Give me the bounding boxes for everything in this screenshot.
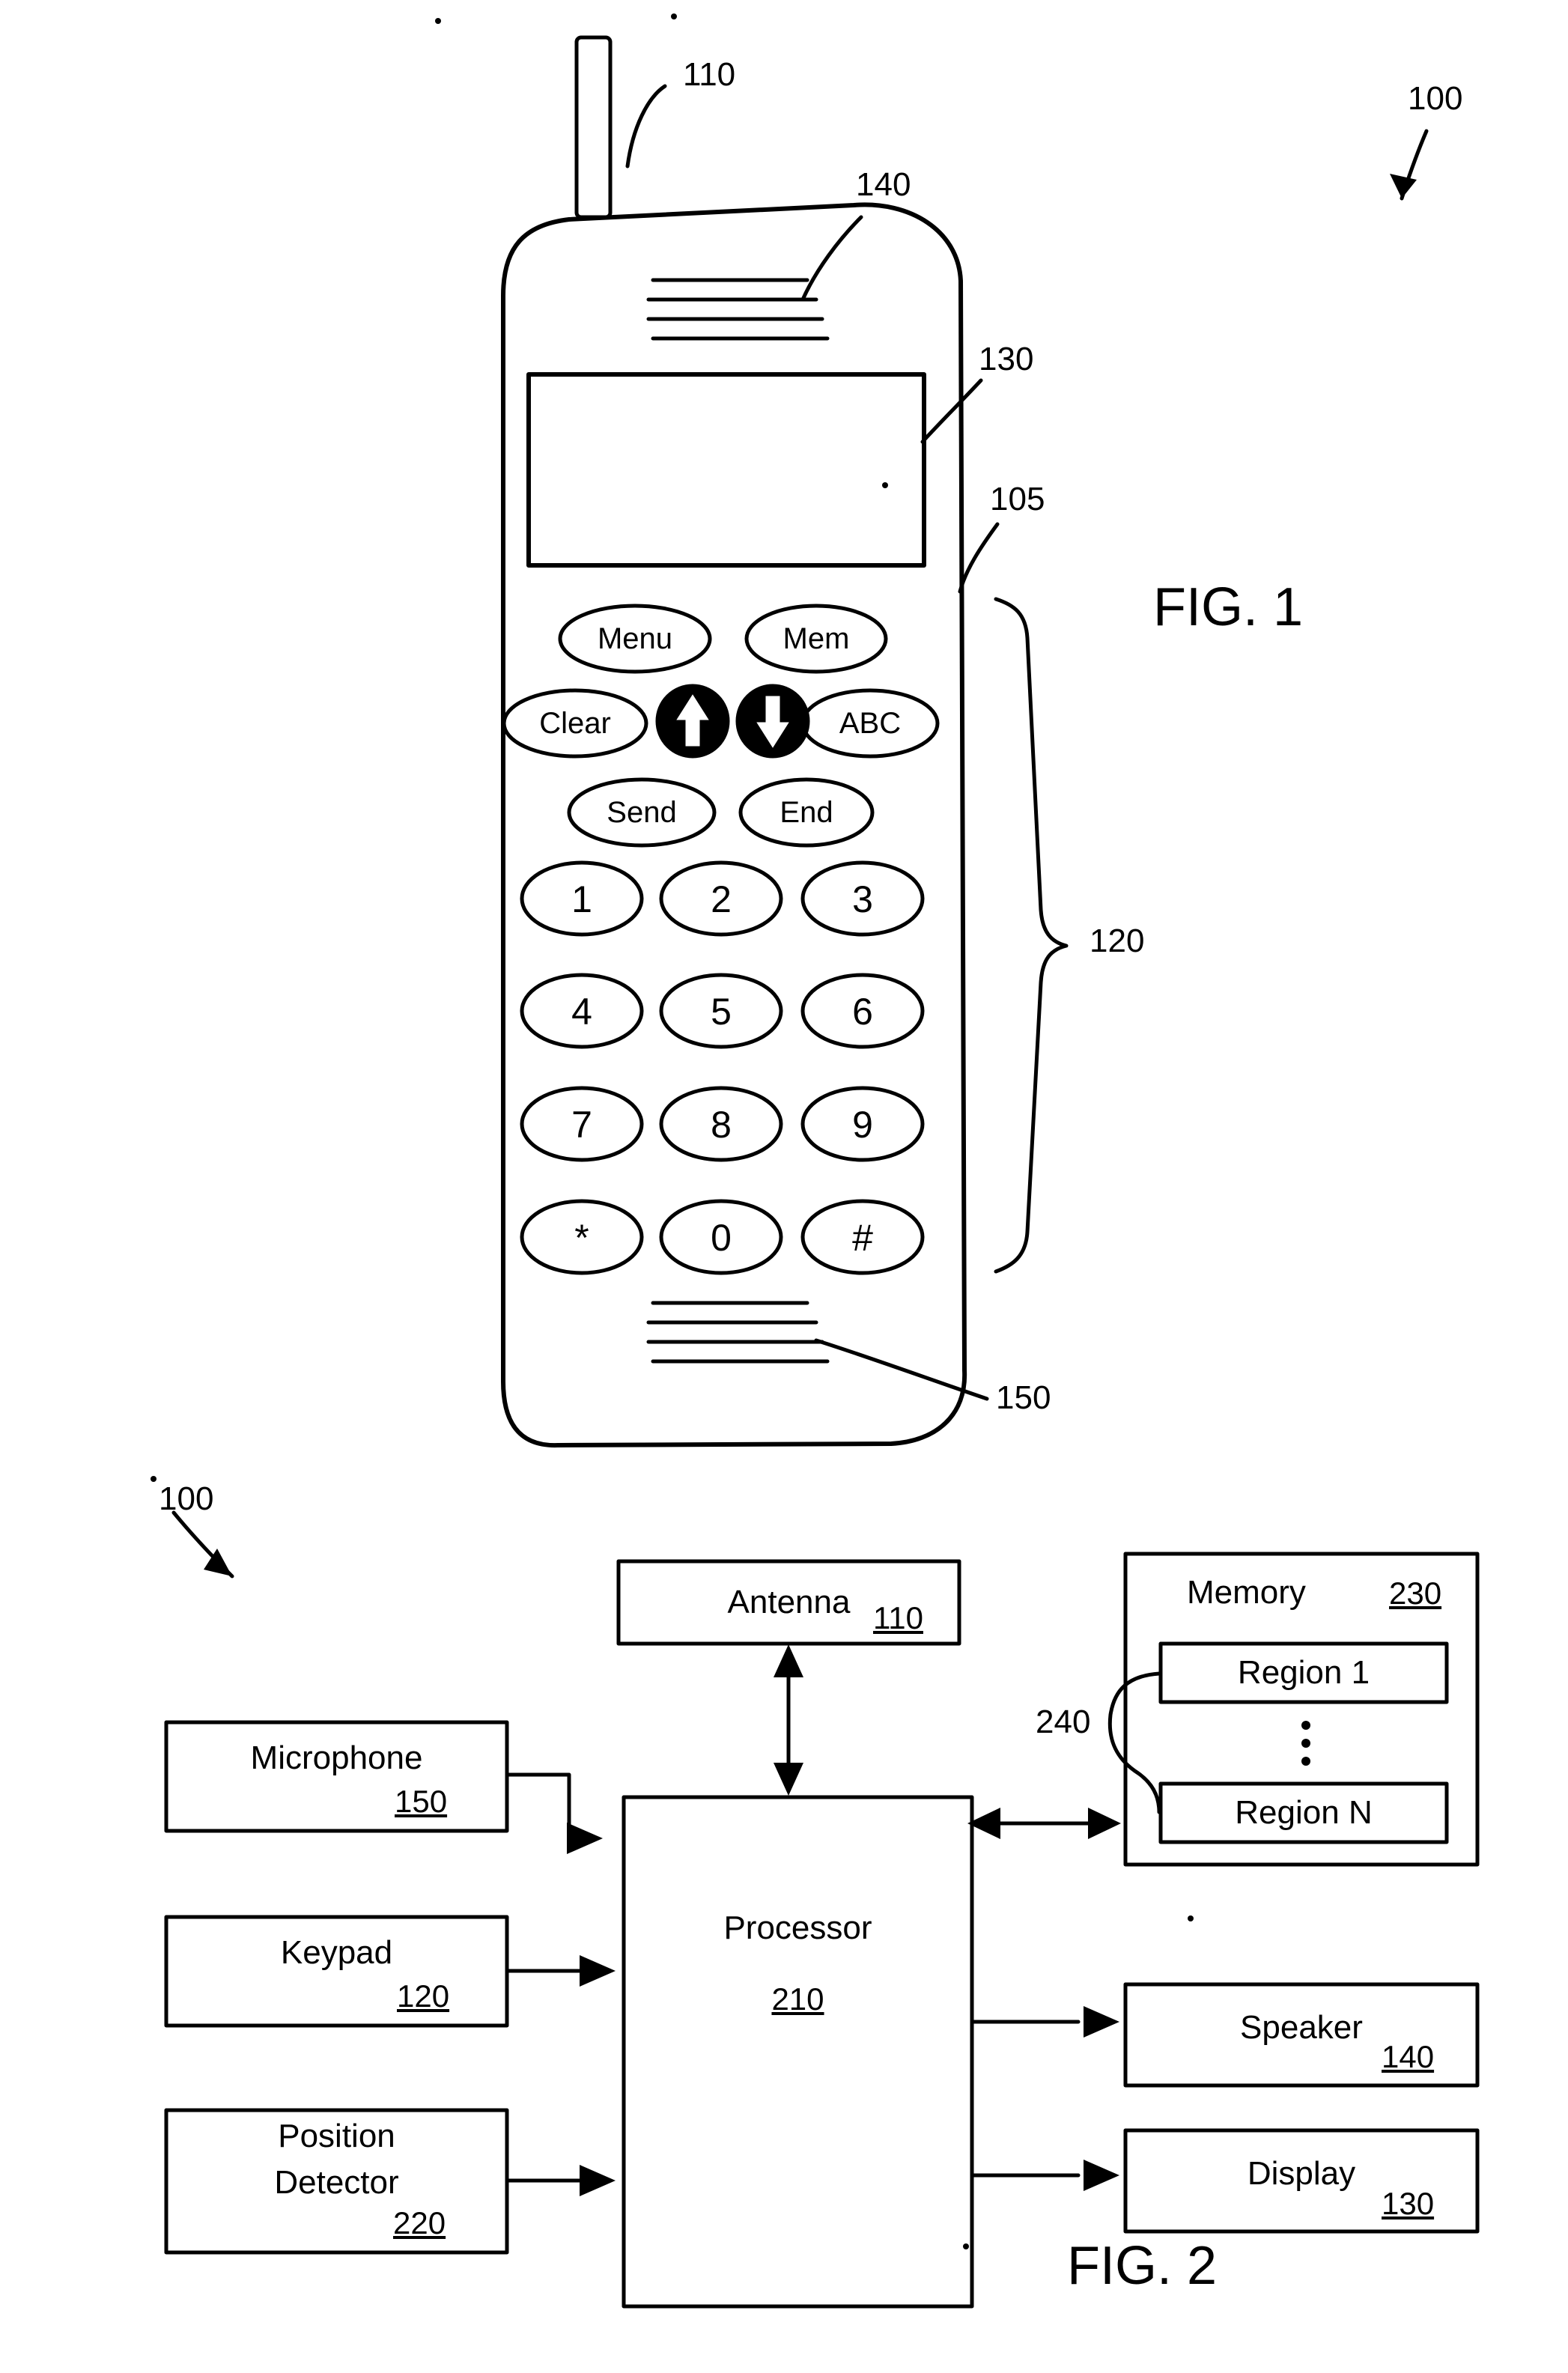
block-memory-num: 230 [1389, 1576, 1442, 1611]
key-7-label: 7 [571, 1104, 592, 1146]
key-end-label: End [780, 795, 833, 829]
fig1-title: FIG. 1 [1153, 577, 1304, 637]
memory-region-last-label: Region N [1235, 1794, 1373, 1831]
key-mem-label: Mem [783, 622, 850, 655]
block-speaker-num: 140 [1382, 2039, 1435, 2074]
block-antenna-label: Antenna [727, 1584, 851, 1620]
ref-240-regions: 240 [1036, 1704, 1091, 1740]
block-keypad-label: Keypad [280, 1933, 393, 1971]
memory-region-last: Region N [1161, 1784, 1447, 1842]
key-5-label: 5 [711, 991, 732, 1033]
nav-down-arrow-icon [756, 696, 789, 748]
key-8[interactable]: 8 [661, 1104, 781, 1146]
block-antenna-num: 110 [873, 1600, 923, 1635]
ref-150-microphone: 150 [996, 1379, 1051, 1416]
key-9[interactable]: 9 [803, 1104, 923, 1146]
block-memory-label: Memory [1187, 1574, 1306, 1611]
key-3[interactable]: 3 [803, 878, 923, 920]
key-clear-label: Clear [539, 706, 611, 740]
block-keypad-num: 120 [397, 1978, 450, 2014]
ref-100-device-fig1: 100 [1408, 80, 1463, 117]
block-microphone-num: 150 [395, 1784, 448, 1819]
key-8-label: 8 [711, 1104, 732, 1146]
ref-105-keypad-area: 105 [990, 481, 1045, 517]
block-position-detector-line2: Detector [166, 2157, 507, 2209]
key-mem[interactable]: Mem [747, 622, 886, 656]
block-keypad: Keypad [166, 1917, 507, 1988]
block-position-detector-num: 220 [393, 2205, 446, 2240]
memory-region-first: Region 1 [1161, 1644, 1447, 1702]
block-processor: Processor [624, 1902, 972, 1954]
key-1[interactable]: 1 [522, 878, 642, 920]
key-3-label: 3 [852, 878, 873, 920]
block-position-detector: Position [166, 2110, 507, 2163]
block-display-label: Display [1247, 2154, 1356, 2192]
key-1-label: 1 [571, 878, 592, 920]
key-hash[interactable]: # [803, 1217, 923, 1259]
block-display-num: 130 [1382, 2186, 1435, 2221]
nav-up-arrow-icon [676, 694, 709, 747]
key-9-label: 9 [852, 1104, 873, 1146]
key-clear[interactable]: Clear [500, 706, 650, 741]
key-send-label: Send [607, 795, 677, 829]
key-abc-label: ABC [839, 706, 902, 740]
block-processor-num: 210 [771, 1981, 824, 2017]
key-5[interactable]: 5 [661, 991, 781, 1033]
key-7[interactable]: 7 [522, 1104, 642, 1146]
key-hash-label: # [852, 1217, 873, 1259]
key-menu-label: Menu [597, 622, 673, 655]
ref-120-keypad: 120 [1090, 923, 1145, 959]
block-microphone: Microphone [166, 1722, 507, 1793]
key-4-label: 4 [571, 991, 592, 1033]
ref-140-speaker: 140 [856, 166, 911, 203]
block-speaker-label: Speaker [1240, 2008, 1363, 2046]
patent-figure-sheet: FIG. 1 110 140 130 105 120 150 100 Menu … [0, 0, 1568, 2373]
ref-110-antenna: 110 [683, 56, 736, 93]
ref-100-device-fig2: 100 [159, 1480, 214, 1517]
key-send[interactable]: Send [567, 795, 717, 830]
key-star[interactable]: * [522, 1217, 642, 1259]
key-6[interactable]: 6 [803, 991, 923, 1033]
key-2[interactable]: 2 [661, 878, 781, 920]
key-end[interactable]: End [741, 795, 872, 830]
block-position-detector-label-2: Detector [274, 2164, 399, 2201]
key-star-label: * [574, 1217, 589, 1259]
key-abc[interactable]: ABC [803, 706, 938, 741]
key-2-label: 2 [711, 878, 732, 920]
block-processor-label: Processor [723, 1909, 872, 1946]
block-position-detector-label-1: Position [278, 2118, 395, 2154]
ref-130-display: 130 [979, 341, 1034, 377]
memory-region-first-label: Region 1 [1237, 1654, 1370, 1691]
key-4[interactable]: 4 [522, 991, 642, 1033]
key-0[interactable]: 0 [661, 1217, 781, 1259]
key-6-label: 6 [852, 991, 873, 1033]
fig2-title: FIG. 2 [1067, 2236, 1218, 2296]
key-0-label: 0 [711, 1217, 732, 1259]
block-processor-num-wrap: 210 [624, 1977, 972, 2022]
block-microphone-label: Microphone [250, 1739, 423, 1776]
key-menu[interactable]: Menu [560, 622, 710, 656]
